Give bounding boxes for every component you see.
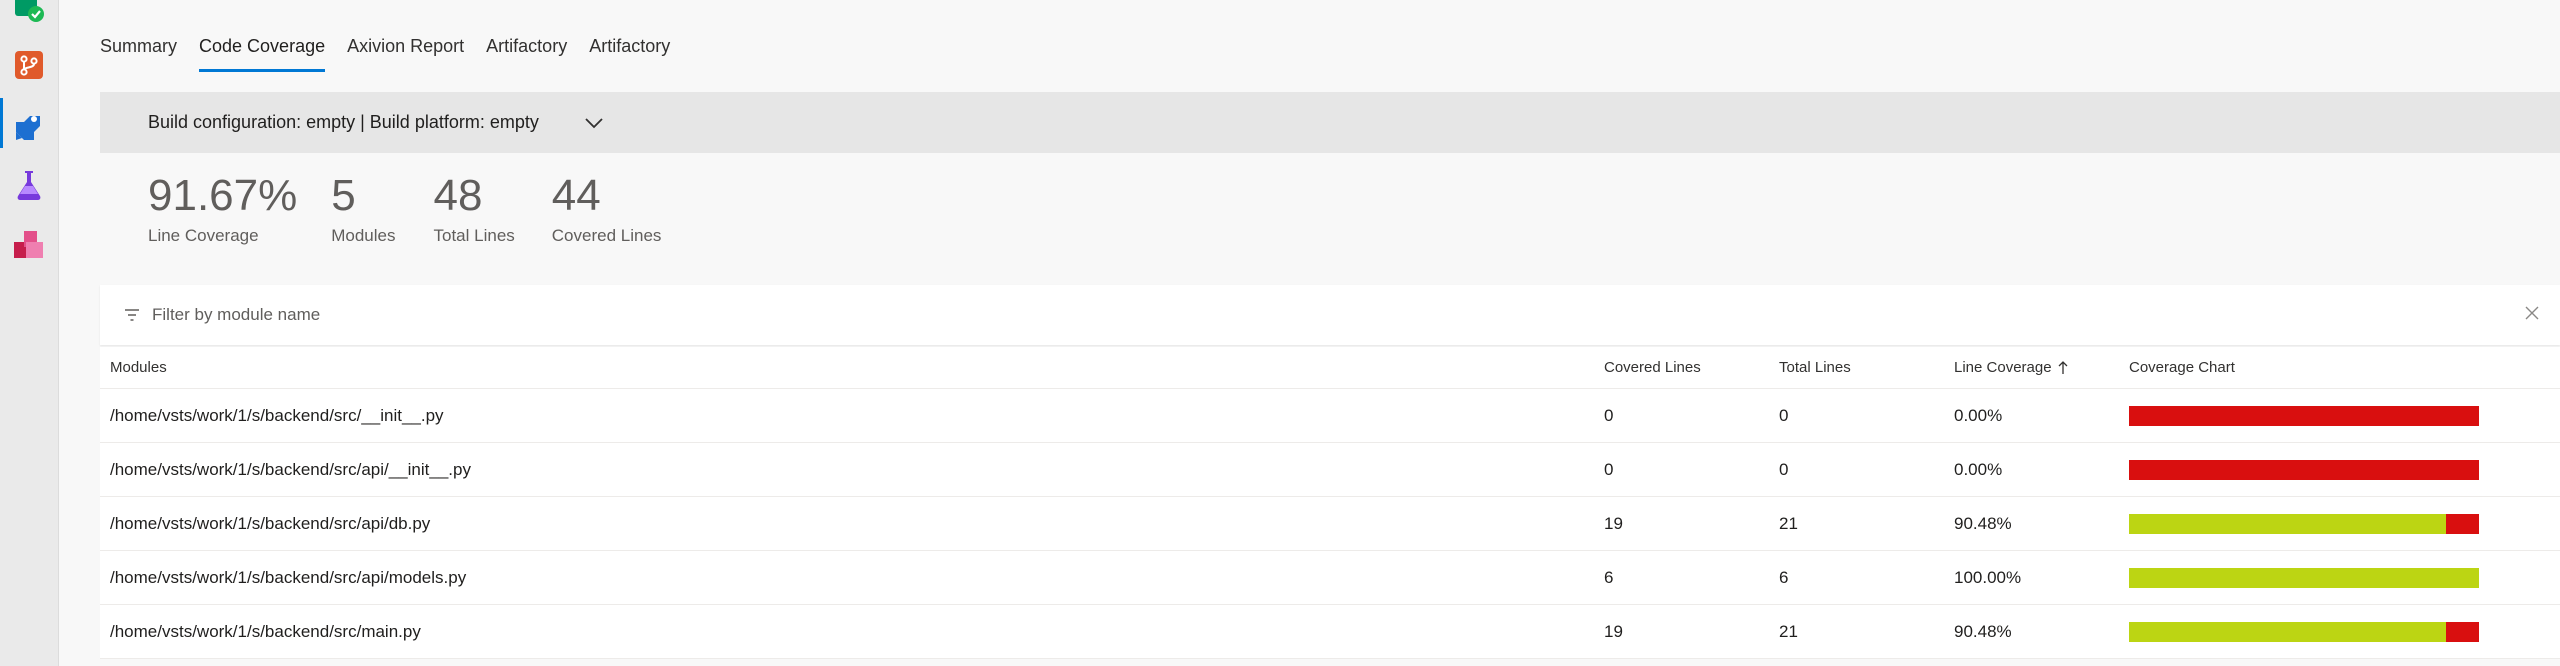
- stat-value: 44: [551, 171, 601, 220]
- covered-lines-cell: 0: [1604, 459, 1614, 479]
- stat-value: 5: [331, 171, 356, 220]
- line-coverage-cell: 100.00%: [1954, 567, 2022, 587]
- coverage-chart-cell: [2129, 605, 2479, 658]
- coverage-chart-cell: [2129, 551, 2479, 604]
- coverage-bar: [2129, 513, 2479, 534]
- column-header-coverage-chart[interactable]: Coverage Chart: [2129, 347, 2235, 388]
- rail-item-boards[interactable]: [0, 0, 58, 36]
- coverage-chart-cell: [2129, 497, 2479, 550]
- table-row[interactable]: /home/vsts/work/1/s/backend/src/__init__…: [100, 389, 2560, 443]
- covered-lines-cell: 19: [1604, 621, 1623, 641]
- column-header-modules[interactable]: Modules: [110, 347, 167, 388]
- module-cell: /home/vsts/work/1/s/backend/src/api/mode…: [110, 567, 467, 587]
- main-content: Summary Code Coverage Axivion Report Art…: [59, 0, 2560, 666]
- coverage-chart-cell: [2129, 389, 2479, 442]
- rail-item-test-plans[interactable]: [0, 156, 58, 214]
- stat-label: Modules: [331, 226, 396, 245]
- line-coverage-cell: 90.48%: [1954, 513, 2012, 533]
- rail-item-repos[interactable]: [0, 36, 58, 94]
- stat-modules: 5 Modules: [331, 170, 395, 246]
- tab-axivion-report[interactable]: Axivion Report: [347, 28, 464, 72]
- covered-lines-cell: 6: [1604, 567, 1614, 587]
- total-lines-cell: 6: [1779, 567, 1789, 587]
- coverage-bar: [2129, 405, 2479, 426]
- tab-bar: Summary Code Coverage Axivion Report Art…: [100, 28, 692, 74]
- stat-value: 91.67%: [148, 171, 298, 220]
- column-header-line-coverage-label: Line Coverage: [1954, 359, 2052, 376]
- table-row[interactable]: /home/vsts/work/1/s/backend/src/api/__in…: [100, 443, 2560, 497]
- covered-lines-cell: 19: [1604, 513, 1623, 533]
- total-lines-cell: 21: [1779, 513, 1798, 533]
- column-header-line-coverage[interactable]: Line Coverage: [1954, 347, 2068, 388]
- table-row[interactable]: /home/vsts/work/1/s/backend/src/api/mode…: [100, 551, 2560, 605]
- build-configuration-text: Build configuration: empty | Build platf…: [148, 112, 539, 132]
- total-lines-cell: 0: [1779, 405, 1789, 425]
- covered-lines-cell: 0: [1604, 405, 1614, 425]
- tab-artifactory[interactable]: Artifactory: [486, 28, 567, 72]
- table-body: /home/vsts/work/1/s/backend/src/__init__…: [100, 389, 2560, 659]
- module-cell: /home/vsts/work/1/s/backend/src/api/db.p…: [110, 513, 431, 533]
- coverage-table: Modules Covered Lines Total Lines Line C…: [100, 347, 2560, 659]
- coverage-bar: [2129, 567, 2479, 588]
- pipelines-icon: [16, 116, 40, 140]
- test-plans-icon: [17, 171, 41, 200]
- line-coverage-cell: 0.00%: [1954, 459, 2003, 479]
- line-coverage-cell: 90.48%: [1954, 621, 2012, 641]
- filter-input[interactable]: [150, 299, 2354, 331]
- column-header-covered-lines[interactable]: Covered Lines: [1604, 347, 1701, 388]
- left-nav-rail: [0, 0, 59, 666]
- module-cell: /home/vsts/work/1/s/backend/src/__init__…: [110, 405, 444, 425]
- stat-total-lines: 48 Total Lines: [434, 170, 515, 246]
- line-coverage-cell: 0.00%: [1954, 405, 2003, 425]
- column-header-total-lines[interactable]: Total Lines: [1779, 347, 1851, 388]
- build-configuration-bar: Build configuration: empty | Build platf…: [100, 92, 2560, 153]
- artifacts-icon: [14, 231, 43, 258]
- table-header-row: Modules Covered Lines Total Lines Line C…: [100, 347, 2560, 389]
- filter-icon: [124, 308, 140, 322]
- rail-item-pipelines[interactable]: [0, 94, 58, 152]
- stat-covered-lines: 44 Covered Lines: [552, 170, 662, 246]
- stat-label: Total Lines: [433, 226, 515, 245]
- coverage-stats: 91.67% Line Coverage 5 Modules 48 Total …: [148, 170, 697, 246]
- close-icon[interactable]: [2524, 305, 2540, 326]
- sort-ascending-icon: [2058, 360, 2068, 375]
- coverage-bar-fill: [2129, 513, 2446, 534]
- stat-value: 48: [433, 171, 483, 220]
- stat-line-coverage: 91.67% Line Coverage: [148, 170, 297, 246]
- table-row[interactable]: /home/vsts/work/1/s/backend/src/api/db.p…: [100, 497, 2560, 551]
- repos-icon: [15, 51, 43, 79]
- tab-code-coverage[interactable]: Code Coverage: [199, 28, 326, 72]
- total-lines-cell: 0: [1779, 459, 1789, 479]
- total-lines-cell: 21: [1779, 621, 1798, 641]
- tab-artifactory-2[interactable]: Artifactory: [589, 28, 670, 72]
- rail-item-artifacts[interactable]: [0, 216, 58, 274]
- table-row[interactable]: /home/vsts/work/1/s/backend/src/main.py 1…: [100, 605, 2560, 659]
- chevron-down-icon[interactable]: [585, 117, 603, 129]
- filter-bar: [100, 285, 2560, 345]
- stat-label: Line Coverage: [148, 226, 259, 245]
- stat-label: Covered Lines: [551, 226, 662, 245]
- tab-summary[interactable]: Summary: [100, 28, 177, 72]
- coverage-bar: [2129, 621, 2479, 642]
- coverage-bar: [2129, 459, 2479, 480]
- coverage-bar-fill: [2129, 621, 2446, 642]
- module-cell: /home/vsts/work/1/s/backend/src/api/__in…: [110, 459, 471, 479]
- module-cell: /home/vsts/work/1/s/backend/src/main.py: [110, 621, 421, 641]
- coverage-bar-fill: [2129, 567, 2479, 588]
- boards-check-icon: [15, 0, 44, 22]
- coverage-chart-cell: [2129, 443, 2479, 496]
